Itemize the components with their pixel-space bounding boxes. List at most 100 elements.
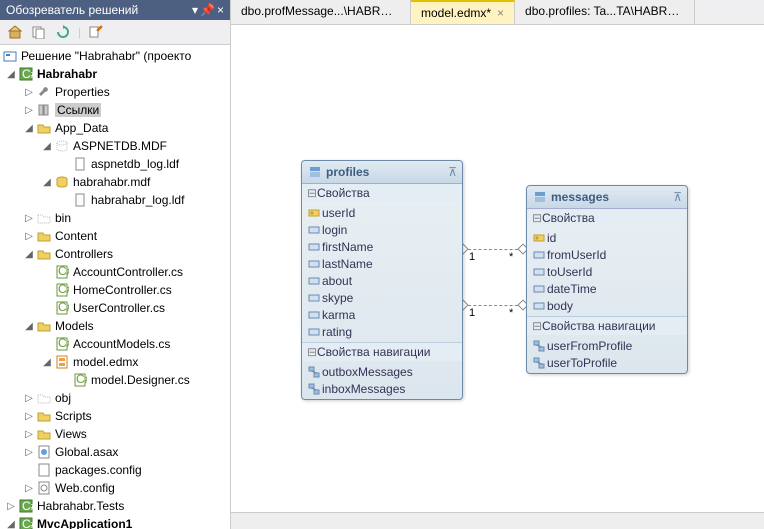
tree-item-packages[interactable]: packages.config: [0, 461, 230, 479]
expander-icon[interactable]: ◢: [22, 321, 36, 332]
toolbar-showall-button[interactable]: [28, 22, 50, 42]
section-header-navigation[interactable]: ⊟Свойства навигации: [527, 317, 687, 335]
tree-item-habrahabr-log[interactable]: habrahabr_log.ldf: [0, 191, 230, 209]
entity-header[interactable]: messages ⊼: [527, 186, 687, 209]
collapse-icon[interactable]: ⊼: [448, 165, 457, 179]
entity-property[interactable]: karma: [306, 306, 458, 323]
expander-icon[interactable]: ◢: [40, 141, 54, 152]
expander-icon[interactable]: ▷: [22, 411, 36, 422]
nav-property[interactable]: outboxMessages: [306, 363, 458, 380]
tree-item-model-designer[interactable]: C#model.Designer.cs: [0, 371, 230, 389]
dropdown-icon[interactable]: ▾: [192, 3, 198, 17]
tree-item-controllers[interactable]: ◢Controllers: [0, 245, 230, 263]
tree-item-aspnetdb[interactable]: ◢ASPNETDB.MDF: [0, 137, 230, 155]
entity-property[interactable]: rating: [306, 323, 458, 340]
tree-item-views[interactable]: ▷Views: [0, 425, 230, 443]
references-icon: [36, 102, 52, 118]
toolbar-home-button[interactable]: [4, 22, 26, 42]
tree-item-habrahabr-mdf[interactable]: ◢habrahabr.mdf: [0, 173, 230, 191]
tree-item-models[interactable]: ◢Models: [0, 317, 230, 335]
edmx-designer-canvas[interactable]: 1 * 1 * profiles ⊼ ⊟Свойства userIdlogin…: [231, 25, 764, 512]
expander-icon[interactable]: ▷: [22, 447, 36, 458]
entity-property[interactable]: about: [306, 272, 458, 289]
file-icon: [72, 192, 88, 208]
entity-property[interactable]: fromUserId: [531, 246, 683, 263]
tree-item-aspnetdb-log[interactable]: aspnetdb_log.ldf: [0, 155, 230, 173]
expander-icon[interactable]: ▷: [22, 429, 36, 440]
tree-item-bin[interactable]: ▷bin: [0, 209, 230, 227]
expander-icon[interactable]: ◢: [4, 519, 18, 529]
tree-item-content[interactable]: ▷Content: [0, 227, 230, 245]
toolbar-properties-button[interactable]: [85, 22, 107, 42]
multiplicity-one: 1: [469, 251, 475, 263]
solution-node[interactable]: Решение "Habrahabr" (проекто: [0, 47, 230, 65]
entity-property[interactable]: dateTime: [531, 280, 683, 297]
expander-icon[interactable]: ▷: [22, 213, 36, 224]
entity-property[interactable]: toUserId: [531, 263, 683, 280]
tree-item-global-asax[interactable]: ▷Global.asax: [0, 443, 230, 461]
entity-header[interactable]: profiles ⊼: [302, 161, 462, 184]
tree-item-webconfig[interactable]: ▷Web.config: [0, 479, 230, 497]
entity-property[interactable]: id: [531, 229, 683, 246]
tab-profmessage[interactable]: dbo.profMessage...\HABRAHABR.MDF): [231, 0, 411, 24]
entity-messages[interactable]: messages ⊼ ⊟Свойства idfromUserIdtoUserI…: [526, 185, 688, 374]
expander-icon[interactable]: ◢: [22, 249, 36, 260]
section-header-navigation[interactable]: ⊟Свойства навигации: [302, 343, 462, 361]
tab-model-edmx[interactable]: model.edmx*×: [411, 0, 515, 24]
tree-item-model-edmx[interactable]: ◢model.edmx: [0, 353, 230, 371]
nav-property[interactable]: inboxMessages: [306, 380, 458, 397]
minus-icon[interactable]: ⊟: [307, 345, 317, 359]
tree-item-mvcapp[interactable]: ◢C#MvcApplication1: [0, 515, 230, 529]
tree-item-properties[interactable]: ▷Properties: [0, 83, 230, 101]
entity-property[interactable]: skype: [306, 289, 458, 306]
collapse-icon[interactable]: ⊼: [673, 190, 682, 204]
tree-item-obj[interactable]: ▷obj: [0, 389, 230, 407]
relation-line: [463, 249, 523, 250]
minus-icon[interactable]: ⊟: [307, 186, 317, 200]
expander-icon[interactable]: ◢: [4, 69, 18, 80]
entity-property[interactable]: lastName: [306, 255, 458, 272]
minus-icon[interactable]: ⊟: [532, 319, 542, 333]
nav-icon: [531, 356, 547, 370]
nav-property[interactable]: userToProfile: [531, 354, 683, 371]
minus-icon[interactable]: ⊟: [532, 211, 542, 225]
svg-text:C#: C#: [58, 283, 69, 296]
entity-property[interactable]: body: [531, 297, 683, 314]
expander-icon[interactable]: ◢: [40, 357, 54, 368]
csharp-project-icon: C#: [18, 516, 34, 529]
solution-tree[interactable]: Решение "Habrahabr" (проекто ◢C#Habrahab…: [0, 45, 230, 529]
tree-item-tests[interactable]: ▷C#Habrahabr.Tests: [0, 497, 230, 515]
entity-property[interactable]: login: [306, 221, 458, 238]
expander-icon[interactable]: ▷: [22, 87, 36, 98]
close-icon[interactable]: ×: [217, 3, 224, 17]
expander-icon[interactable]: ▷: [22, 393, 36, 404]
section-header-properties[interactable]: ⊟Свойства: [527, 209, 687, 227]
tree-item-home-ctrl[interactable]: C#HomeController.cs: [0, 281, 230, 299]
entity-property[interactable]: userId: [306, 204, 458, 221]
tree-item-appdata[interactable]: ◢App_Data: [0, 119, 230, 137]
entity-profiles[interactable]: profiles ⊼ ⊟Свойства userIdloginfirstNam…: [301, 160, 463, 400]
toolbar-refresh-button[interactable]: [52, 22, 74, 42]
pin-icon[interactable]: 📌: [200, 3, 215, 17]
entity-property[interactable]: firstName: [306, 238, 458, 255]
tree-item-account-models[interactable]: C#AccountModels.cs: [0, 335, 230, 353]
expander-icon[interactable]: ◢: [22, 123, 36, 134]
tree-item-refs[interactable]: ▷Ссылки: [0, 101, 230, 119]
expander-icon[interactable]: ▷: [4, 501, 18, 512]
tree-item-account-ctrl[interactable]: C#AccountController.cs: [0, 263, 230, 281]
solution-explorer-panel: Обозреватель решений ▾ 📌 × | Решение "Ha…: [0, 0, 231, 529]
tree-item-user-ctrl[interactable]: C#UserController.cs: [0, 299, 230, 317]
close-icon[interactable]: ×: [497, 6, 504, 20]
wrench-icon: [36, 84, 52, 100]
nav-property[interactable]: userFromProfile: [531, 337, 683, 354]
horizontal-scrollbar[interactable]: [231, 512, 764, 529]
property-icon: [531, 248, 547, 262]
expander-icon[interactable]: ◢: [40, 177, 54, 188]
expander-icon[interactable]: ▷: [22, 105, 36, 116]
expander-icon[interactable]: ▷: [22, 483, 36, 494]
section-header-properties[interactable]: ⊟Свойства: [302, 184, 462, 202]
tab-profiles[interactable]: dbo.profiles: Ta...TA\HABRAHABR.M: [515, 0, 695, 24]
tree-item-scripts[interactable]: ▷Scripts: [0, 407, 230, 425]
project-node[interactable]: ◢C#Habrahabr: [0, 65, 230, 83]
expander-icon[interactable]: ▷: [22, 231, 36, 242]
